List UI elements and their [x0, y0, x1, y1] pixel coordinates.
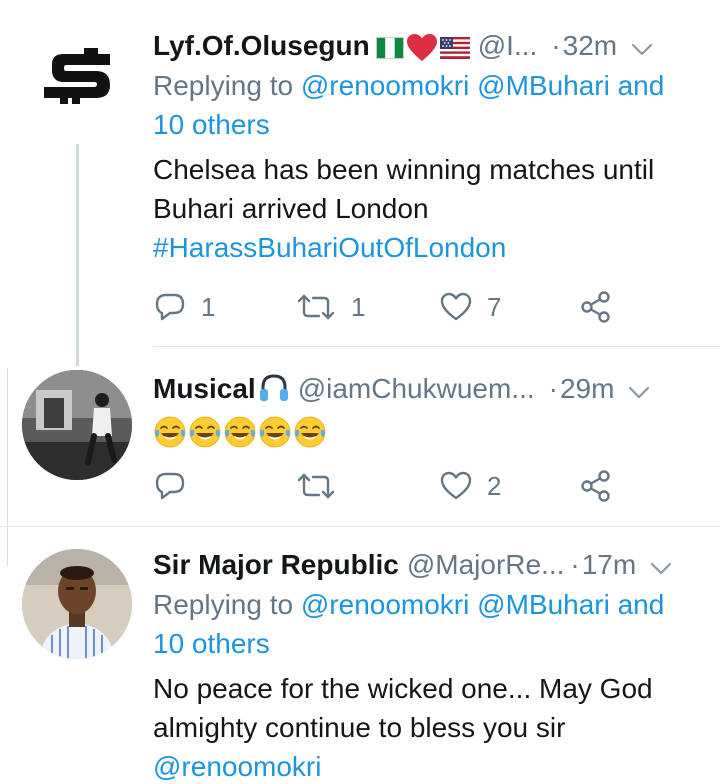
author-name[interactable]: Lyf.Of.Olusegun: [153, 26, 370, 66]
mention-mbuhari[interactable]: @MBuhari: [477, 70, 610, 101]
avatar-photo: [22, 549, 132, 659]
mention-mbuhari[interactable]: @MBuhari: [477, 589, 610, 620]
face-with-tears-of-joy-icon: [294, 416, 326, 448]
tweet-divider: [153, 346, 720, 347]
replying-and[interactable]: and: [610, 589, 665, 620]
separator-dot: ·: [551, 30, 561, 61]
red-heart-icon: [406, 34, 437, 61]
flag-nigeria-icon: [375, 37, 404, 59]
tweet-header: Lyf.Of.Olusegun @I... · 32m: [153, 26, 700, 66]
avatar-musical[interactable]: [22, 370, 132, 480]
hashtag-link[interactable]: #HarassBuhariOutOfLondon: [153, 232, 506, 263]
retweet-count: 1: [351, 291, 366, 322]
mention-link[interactable]: @renoomokri: [153, 751, 321, 782]
replying-prefix: Replying to: [153, 589, 301, 620]
tweet-timestamp[interactable]: 29m: [560, 369, 614, 409]
share-icon: [581, 291, 610, 323]
share-icon: [581, 470, 610, 502]
avatar-lyf-of-olusegun[interactable]: [22, 22, 132, 132]
reply-button[interactable]: [153, 466, 201, 506]
tweet-3[interactable]: Sir Major Republic @MajorRe... · 17m Rep…: [0, 527, 720, 784]
tweet-2[interactable]: Musical @iamChukwuem... · 29m 2: [0, 348, 720, 526]
replying-others-link[interactable]: 10 others: [153, 628, 270, 659]
like-count: 7: [487, 291, 502, 322]
separator-dot: ·: [548, 373, 558, 404]
caret-down-icon[interactable]: [628, 373, 650, 413]
face-with-tears-of-joy-icon: [154, 416, 186, 448]
retweet-icon: [297, 294, 335, 320]
face-with-tears-of-joy-icon: [224, 416, 256, 448]
author-handle[interactable]: @I...: [478, 26, 538, 66]
replying-others-link[interactable]: 10 others: [153, 109, 270, 140]
avatar-sir-major-republic[interactable]: [22, 549, 132, 659]
caret-down-icon[interactable]: [650, 549, 672, 589]
like-button[interactable]: 2: [439, 466, 501, 506]
share-button[interactable]: [579, 466, 613, 506]
replying-to: Replying to @renoomokri @MBuhari and 10 …: [153, 585, 700, 663]
reply-button[interactable]: 1: [153, 287, 215, 327]
tweet-timestamp[interactable]: 17m: [582, 545, 636, 585]
like-icon: [440, 471, 472, 500]
tweet-actions: 1 1 7: [153, 287, 633, 327]
tweet-header: Sir Major Republic @MajorRe... · 17m: [153, 545, 700, 585]
thread-connector: [76, 144, 79, 366]
replying-to: Replying to @renoomokri @MBuhari and 10 …: [153, 66, 700, 144]
author-badges: [375, 34, 470, 62]
logo-s-dollar-icon: [44, 48, 110, 104]
author-handle[interactable]: @MajorRe...: [407, 545, 565, 585]
tweet-text: Chelsea has been winning matches until B…: [153, 150, 700, 267]
author-name[interactable]: Sir Major Republic: [153, 545, 399, 585]
tweet-text: [153, 410, 700, 450]
tweet-actions: 2: [153, 466, 633, 506]
tweet-header: Musical @iamChukwuem... · 29m: [153, 368, 700, 408]
tweet-text: No peace for the wicked one... May God a…: [153, 669, 700, 784]
mention-renoomokri[interactable]: @renoomokri: [301, 70, 469, 101]
retweet-button[interactable]: [295, 466, 351, 506]
retweet-button[interactable]: 1: [295, 287, 365, 327]
share-button[interactable]: [579, 287, 613, 327]
reply-icon: [155, 293, 185, 321]
separator-dot: ·: [570, 549, 580, 580]
tweet-body: Chelsea has been winning matches until B…: [153, 154, 655, 224]
mention-renoomokri[interactable]: @renoomokri: [301, 589, 469, 620]
replying-and[interactable]: and: [610, 70, 665, 101]
flag-usa-icon: [439, 37, 470, 59]
retweet-icon: [297, 473, 335, 499]
author-badges: [258, 372, 290, 402]
face-with-tears-of-joy-icon: [189, 416, 221, 448]
replying-prefix: Replying to: [153, 70, 301, 101]
emoji-row: [153, 414, 328, 448]
tweet-body: No peace for the wicked one... May God a…: [153, 673, 653, 743]
author-handle[interactable]: @iamChukwuem...: [298, 369, 535, 409]
avatar-photo: [22, 370, 132, 480]
tweet-timestamp[interactable]: 32m: [563, 26, 617, 66]
like-button[interactable]: 7: [439, 287, 501, 327]
reply-count: 1: [201, 291, 216, 322]
like-count: 2: [487, 470, 502, 501]
headphone-icon: [259, 374, 288, 401]
tweet-1[interactable]: Lyf.Of.Olusegun @I... · 32m Replying to …: [0, 0, 720, 366]
caret-down-icon[interactable]: [631, 30, 653, 70]
author-name[interactable]: Musical: [153, 369, 256, 409]
face-with-tears-of-joy-icon: [259, 416, 291, 448]
reply-icon: [155, 472, 185, 500]
like-icon: [440, 292, 472, 321]
